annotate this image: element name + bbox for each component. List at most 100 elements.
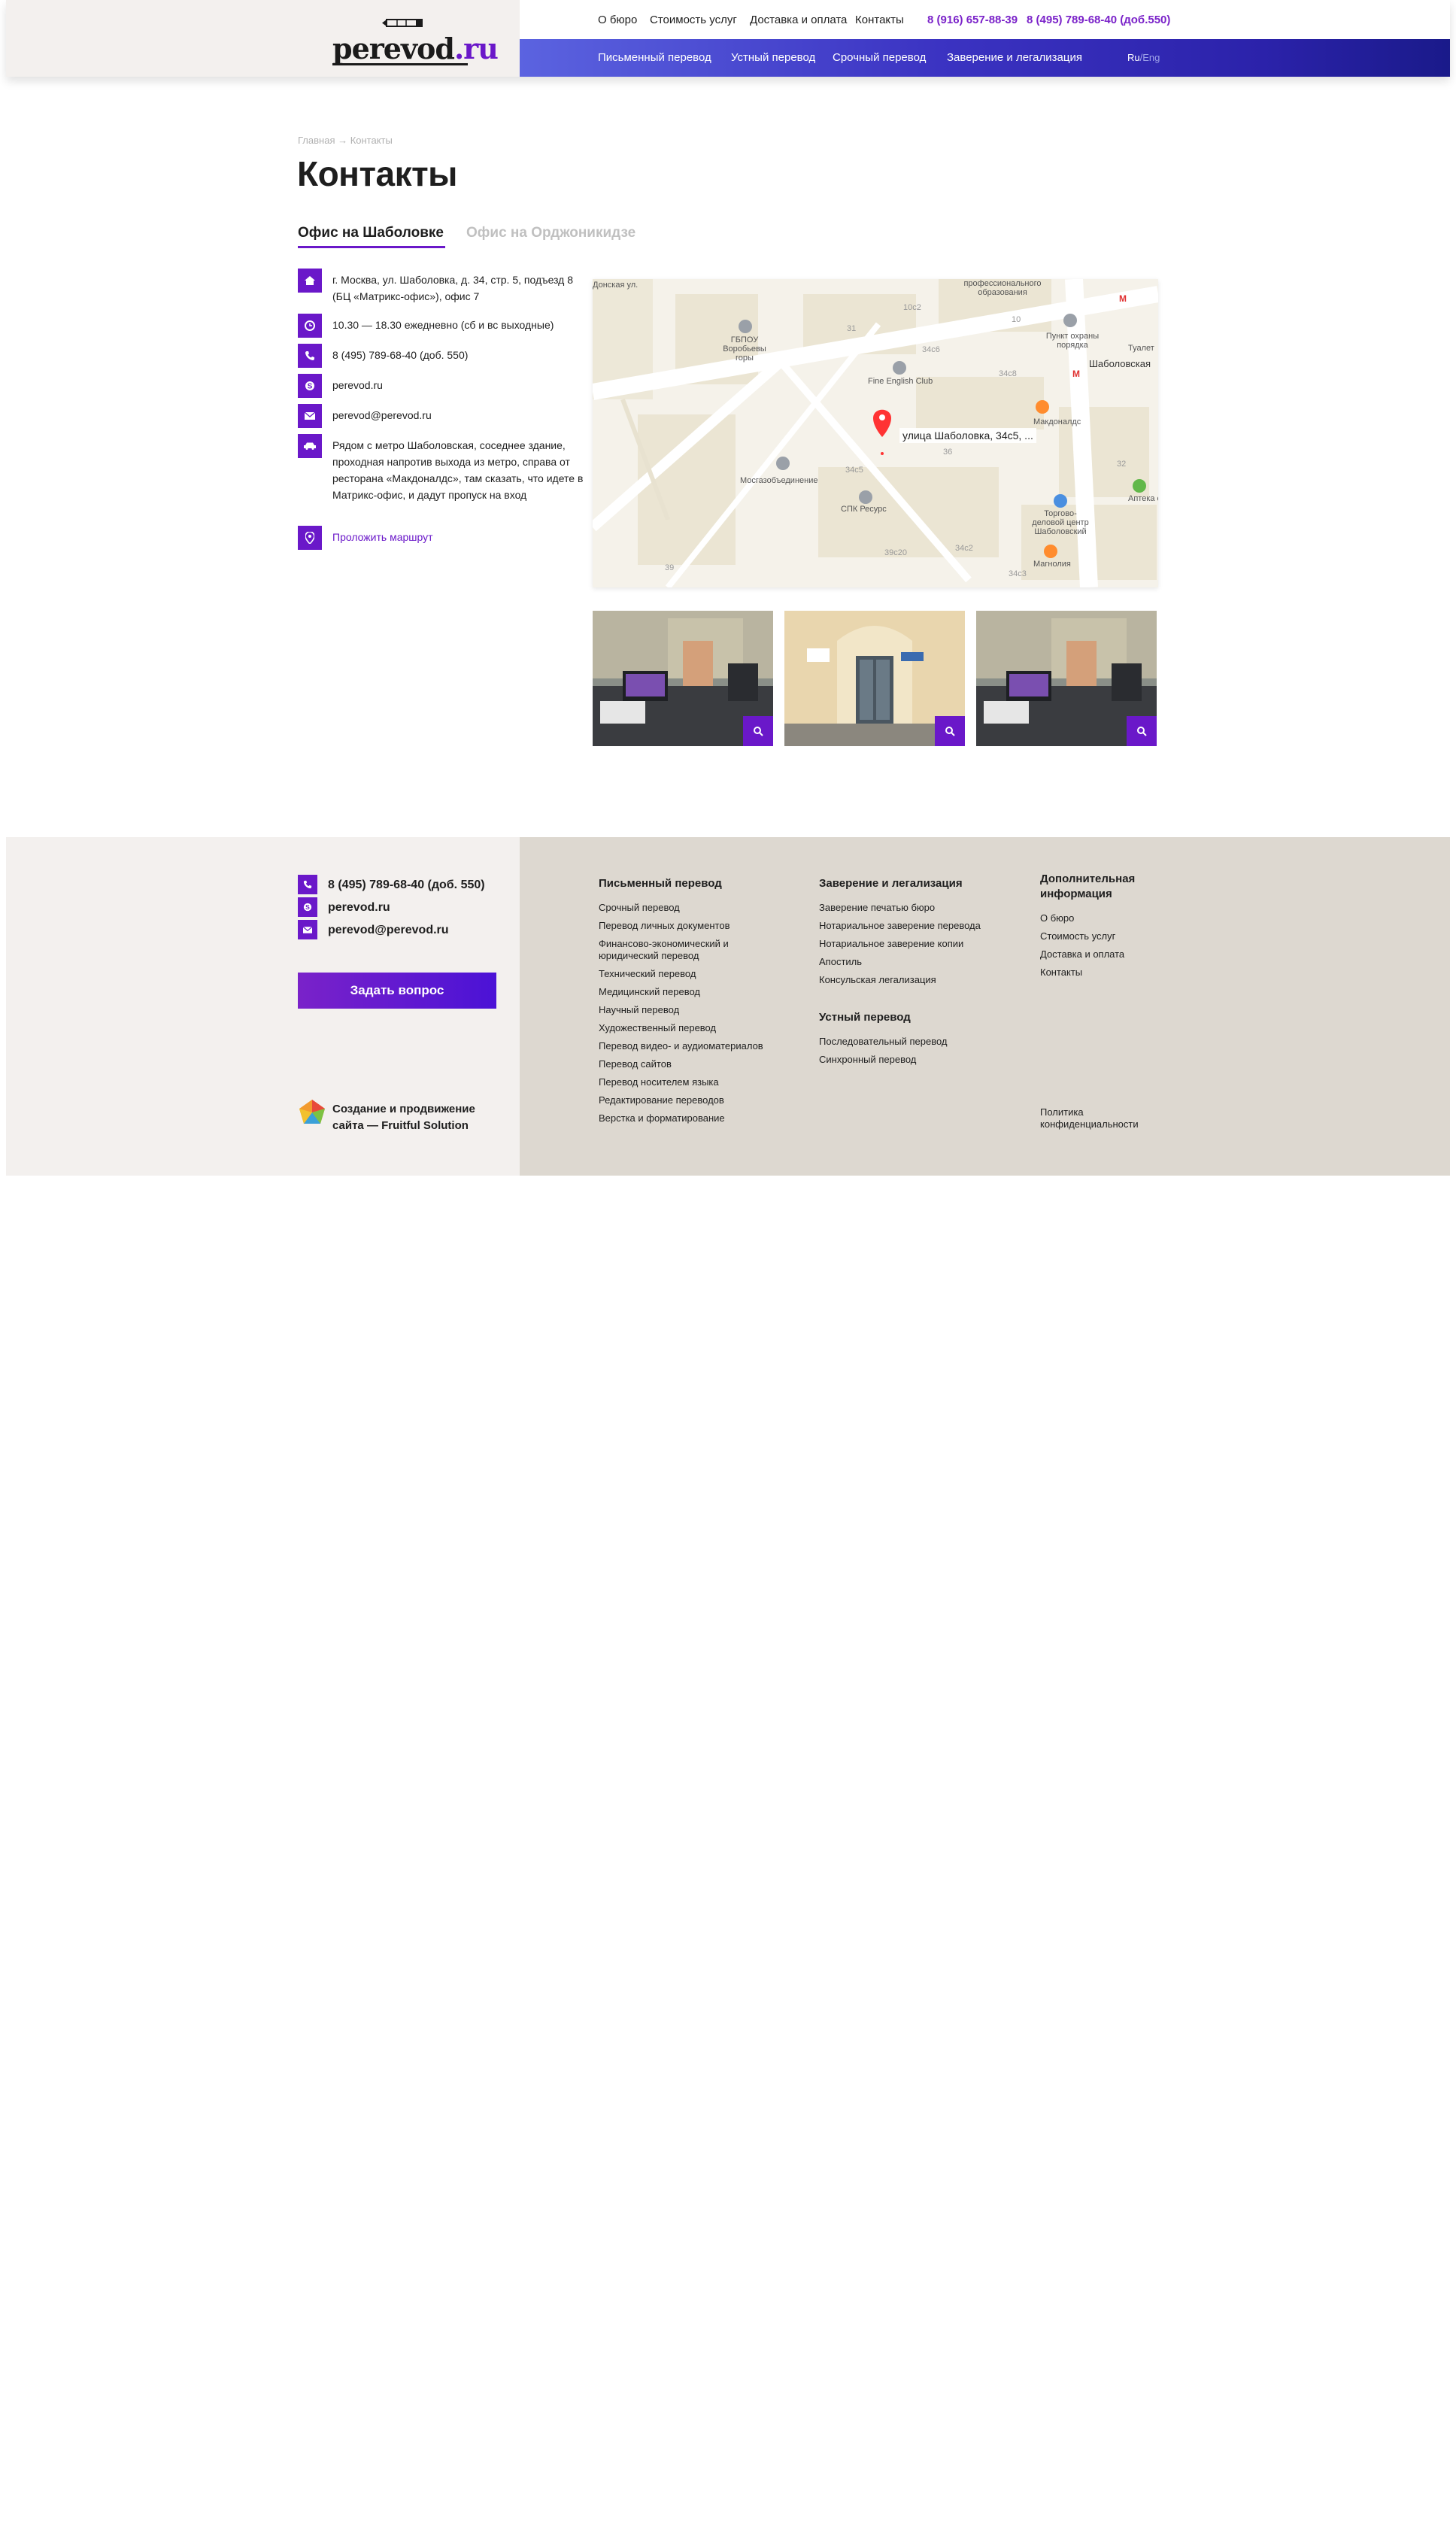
zoom-button-1[interactable]	[743, 716, 773, 746]
search-icon	[945, 727, 955, 736]
office-photo-3[interactable]	[976, 611, 1157, 746]
footer-link[interactable]: О бюро	[1040, 912, 1160, 924]
credit-text: Создание и продвижение сайта — Fruitful …	[332, 1103, 475, 1132]
tab-shabolovka[interactable]: Офис на Шаболовке	[298, 225, 444, 241]
footer-link[interactable]: Синхронный перевод	[819, 1054, 1007, 1066]
footer-link[interactable]: Заверение печатью бюро	[819, 902, 1007, 914]
map-label-tdc: Торгово-деловой центр Шаболовский	[1032, 509, 1089, 536]
subnav-written[interactable]: Письменный перевод	[598, 51, 711, 64]
footer-link[interactable]: Перевод носителем языка	[599, 1076, 779, 1088]
map-label-39c20: 39с20	[884, 548, 907, 557]
mail-icon	[298, 404, 322, 428]
footer-link[interactable]: Апостиль	[819, 956, 1007, 968]
office-photo-2[interactable]	[784, 611, 965, 746]
map-label-magnolia: Магнолия	[1033, 560, 1071, 569]
header-nav-area: О бюро Стоимость услуг Доставка и оплата…	[520, 0, 1450, 77]
breadcrumb[interactable]: Главная → Контакты	[298, 135, 393, 146]
footer-link[interactable]: Стоимость услуг	[1040, 930, 1160, 942]
map-label-34c6: 34с6	[922, 345, 940, 354]
header-phone-2[interactable]: 8 (495) 789-68-40 (доб.550)	[1027, 14, 1170, 26]
footer-col-title: Заверение и легализация	[819, 877, 963, 890]
map-pin-label: улица Шаболовка, 34с5, ...	[899, 428, 1036, 443]
lang-eng[interactable]: Eng	[1142, 52, 1160, 63]
map-label-school: ГБПОУ Воробьевы горы	[723, 335, 766, 363]
footer-link[interactable]: Редактирование переводов	[599, 1094, 779, 1106]
footer-link[interactable]: Финансово-экономический и юридический пе…	[599, 938, 742, 962]
footer-col-title: Дополнительная информация	[1040, 872, 1136, 900]
footer-links: Письменный перевод Срочный перевод Перев…	[520, 837, 1450, 1176]
footer-col-legalization: Заверение и легализация Заверение печать…	[819, 876, 1007, 1072]
header-logo-area: perevod.ru	[6, 0, 520, 77]
office-photo-1[interactable]	[593, 611, 773, 746]
site-logo[interactable]: perevod.ru	[332, 12, 499, 66]
footer-phone[interactable]: 8 (495) 789-68-40 (доб. 550)	[328, 879, 485, 892]
footer-email[interactable]: perevod@perevod.ru	[328, 924, 449, 937]
page-title: Контакты	[297, 154, 457, 193]
footer-link[interactable]: Верстка и форматирование	[599, 1112, 779, 1124]
privacy-policy-link[interactable]: Политика конфиденциальности	[1040, 1106, 1153, 1130]
services-nav: Письменный перевод Устный перевод Срочны…	[520, 39, 1450, 77]
location-pin-icon	[298, 526, 322, 550]
footer-link[interactable]: Медицинский перевод	[599, 986, 779, 998]
nav-delivery[interactable]: Доставка и оплата	[750, 14, 847, 26]
map-label-34c3: 34с3	[1009, 569, 1027, 578]
zoom-button-3[interactable]	[1127, 716, 1157, 746]
map-label-mcdonalds: Макдоналдс	[1033, 417, 1081, 426]
car-icon	[298, 434, 322, 458]
nav-prices[interactable]: Стоимость услуг	[650, 14, 737, 26]
header-phone-1[interactable]: 8 (916) 657-88-39	[927, 14, 1018, 26]
skype-text[interactable]: perevod.ru	[332, 377, 588, 393]
map-label-34c2: 34с2	[955, 544, 973, 553]
email-text[interactable]: perevod@perevod.ru	[332, 407, 588, 423]
footer-link[interactable]: Нотариальное заверение перевода	[819, 920, 1007, 932]
map-label-mosgaz: Мосгазобъединение	[740, 476, 818, 485]
zoom-button-2[interactable]	[935, 716, 965, 746]
office-map[interactable]: M M Донская ул. профессионального образо…	[593, 279, 1158, 587]
footer-link[interactable]: Доставка и оплата	[1040, 948, 1160, 960]
footer-link[interactable]: Консульская легализация	[819, 974, 1007, 986]
svg-text:M: M	[1119, 293, 1127, 304]
footer-link[interactable]: Научный перевод	[599, 1004, 779, 1016]
subnav-urgent[interactable]: Срочный перевод	[833, 51, 926, 64]
footer-link[interactable]: Художественный перевод	[599, 1022, 779, 1034]
address-text: г. Москва, ул. Шаболовка, д. 34, стр. 5,…	[332, 274, 574, 302]
footer-link[interactable]: Технический перевод	[599, 968, 779, 980]
directions-text: Рядом с метро Шаболовская, соседнее здан…	[332, 439, 584, 501]
footer-link[interactable]: Контакты	[1040, 967, 1160, 979]
logo-underline	[332, 63, 468, 65]
svg-text:S: S	[308, 383, 313, 391]
map-label-10: 10	[1012, 315, 1021, 324]
phone-text[interactable]: 8 (495) 789-68-40 (доб. 550)	[332, 347, 588, 363]
footer-link[interactable]: Перевод сайтов	[599, 1058, 779, 1070]
map-label-32: 32	[1117, 460, 1127, 469]
language-switcher: Ru/Eng	[1127, 52, 1160, 63]
footer-link[interactable]: Перевод видео- и аудиоматериалов	[599, 1040, 779, 1052]
map-label-36: 36	[943, 448, 953, 457]
svg-text:S: S	[305, 903, 310, 911]
ask-question-button[interactable]: Задать вопрос	[298, 973, 496, 1009]
active-tab-indicator	[298, 246, 445, 248]
subnav-oral[interactable]: Устный перевод	[731, 51, 815, 64]
footer-skype[interactable]: perevod.ru	[328, 901, 390, 915]
footer-col-title: Письменный перевод	[599, 877, 722, 890]
map-label-34c8: 34с8	[999, 369, 1017, 378]
footer-link[interactable]: Нотариальное заверение копии	[819, 938, 1007, 950]
footer-contacts: 8 (495) 789-68-40 (доб. 550) S perevod.r…	[6, 837, 520, 1176]
logo-text: perevod.ru	[332, 32, 499, 65]
subnav-legalization[interactable]: Заверение и легализация	[947, 51, 1082, 64]
phone-icon	[298, 875, 317, 894]
phone-icon	[298, 344, 322, 368]
route-link[interactable]: Проложить маршрут	[332, 529, 588, 545]
map-label-metro: Шаболовская	[1089, 358, 1151, 369]
site-footer: 8 (495) 789-68-40 (доб. 550) S perevod.r…	[6, 837, 1450, 1176]
footer-link[interactable]: Срочный перевод	[599, 902, 779, 914]
map-label-edu: профессионального образования	[963, 279, 1042, 297]
footer-link[interactable]: Перевод личных документов	[599, 920, 779, 932]
clock-icon	[298, 314, 322, 338]
tab-ordzhonikidze[interactable]: Офис на Орджоникидзе	[466, 225, 635, 241]
lang-ru[interactable]: Ru	[1127, 52, 1140, 63]
nav-about[interactable]: О бюро	[598, 14, 637, 26]
nav-contacts[interactable]: Контакты	[855, 14, 904, 26]
map-tiles: M M	[593, 279, 1158, 587]
footer-link[interactable]: Последовательный перевод	[819, 1036, 1007, 1048]
